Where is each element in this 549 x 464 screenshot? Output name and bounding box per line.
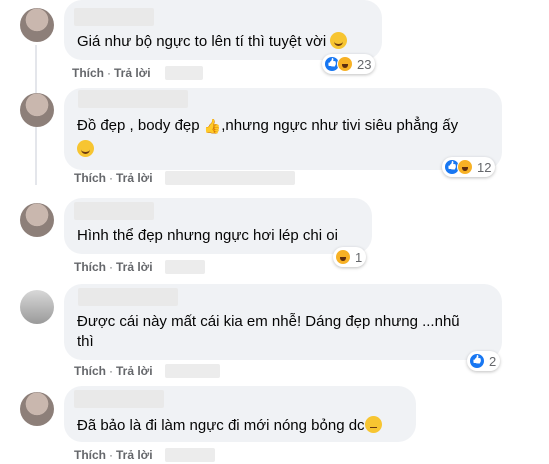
reply-link[interactable]: Trả lời (116, 364, 153, 378)
timestamp-blurred[interactable] (165, 448, 215, 462)
reply-link[interactable]: Trả lời (116, 260, 153, 274)
separator: · (109, 171, 113, 185)
like-link[interactable]: Thích (72, 66, 104, 80)
avatar[interactable] (20, 290, 54, 324)
reaction-count: 23 (357, 56, 372, 72)
haha-reaction-icon (337, 56, 353, 72)
comment-bubble: Giá như bộ ngực to lên tí thì tuyệt vời (64, 0, 382, 60)
comment-text: Đồ đẹp , body đẹp 👍,nhưng ngực như tivi … (77, 117, 459, 134)
commenter-name-blurred[interactable] (78, 90, 188, 108)
haha-reaction-icon (457, 159, 473, 175)
commenter-name-blurred[interactable] (74, 390, 164, 408)
comment-text: Đã bảo là đi làm ngực đi mới nóng bỏng d… (77, 416, 382, 436)
comment-actions: Thích · Trả lời (74, 448, 153, 462)
commenter-name-blurred[interactable] (74, 202, 154, 220)
timestamp-blurred[interactable] (165, 260, 205, 274)
comment-text: Được cái này mất cái kia em nhễ! Dáng đẹ… (77, 313, 460, 330)
reaction-summary[interactable]: 1 (333, 247, 367, 267)
comment-actions: Thích · Trả lời (74, 171, 153, 185)
comment-text-line2: thì (77, 333, 94, 350)
reaction-count: 1 (355, 249, 363, 265)
like-link[interactable]: Thích (74, 364, 106, 378)
avatar[interactable] (20, 8, 54, 42)
thumbs-up-emoji-icon: 👍 (203, 118, 222, 134)
comment-actions: Thích · Trả lời (72, 66, 151, 80)
like-link[interactable]: Thích (74, 260, 106, 274)
reply-link[interactable]: Trả lời (116, 448, 153, 462)
reaction-count: 2 (489, 353, 497, 369)
commenter-name-blurred[interactable] (78, 288, 178, 306)
comment-bubble: Được cái này mất cái kia em nhễ! Dáng đẹ… (64, 284, 502, 360)
like-reaction-icon (469, 353, 485, 369)
comment-actions: Thích · Trả lời (74, 364, 153, 378)
reply-link[interactable]: Trả lời (114, 66, 151, 80)
reaction-summary[interactable]: 23 (322, 54, 376, 74)
comment-text-line2 (77, 140, 94, 160)
comment-bubble: Hình thể đẹp nhưng ngực hơi lép chi oi (64, 198, 372, 254)
comment-bubble: Đồ đẹp , body đẹp 👍,nhưng ngực như tivi … (64, 88, 502, 170)
separator: · (109, 364, 113, 378)
timestamp-blurred[interactable] (165, 66, 203, 80)
separator: · (109, 448, 113, 462)
separator: · (107, 66, 111, 80)
like-link[interactable]: Thích (74, 448, 106, 462)
timestamp-blurred[interactable] (165, 171, 295, 185)
reaction-count: 12 (477, 159, 492, 175)
comment-text: Giá như bộ ngực to lên tí thì tuyệt vời (77, 32, 348, 52)
rolling-eyes-emoji-icon (364, 416, 382, 433)
commenter-name-blurred[interactable] (74, 8, 154, 26)
comment-bubble: Đã bảo là đi làm ngực đi mới nóng bỏng d… (64, 386, 416, 442)
timestamp-blurred[interactable] (165, 364, 220, 378)
reaction-summary[interactable]: 2 (467, 351, 501, 371)
separator: · (109, 260, 113, 274)
like-link[interactable]: Thích (74, 171, 106, 185)
comment-actions: Thích · Trả lời (74, 260, 153, 274)
avatar[interactable] (20, 203, 54, 237)
smile-emoji-icon (77, 140, 94, 157)
avatar[interactable] (20, 93, 54, 127)
reply-link[interactable]: Trả lời (116, 171, 153, 185)
smile-emoji-icon (330, 32, 348, 49)
haha-reaction-icon (335, 249, 351, 265)
avatar[interactable] (20, 392, 54, 426)
reaction-summary[interactable]: 12 (442, 157, 496, 177)
comment-text: Hình thể đẹp nhưng ngực hơi lép chi oi (77, 227, 338, 244)
